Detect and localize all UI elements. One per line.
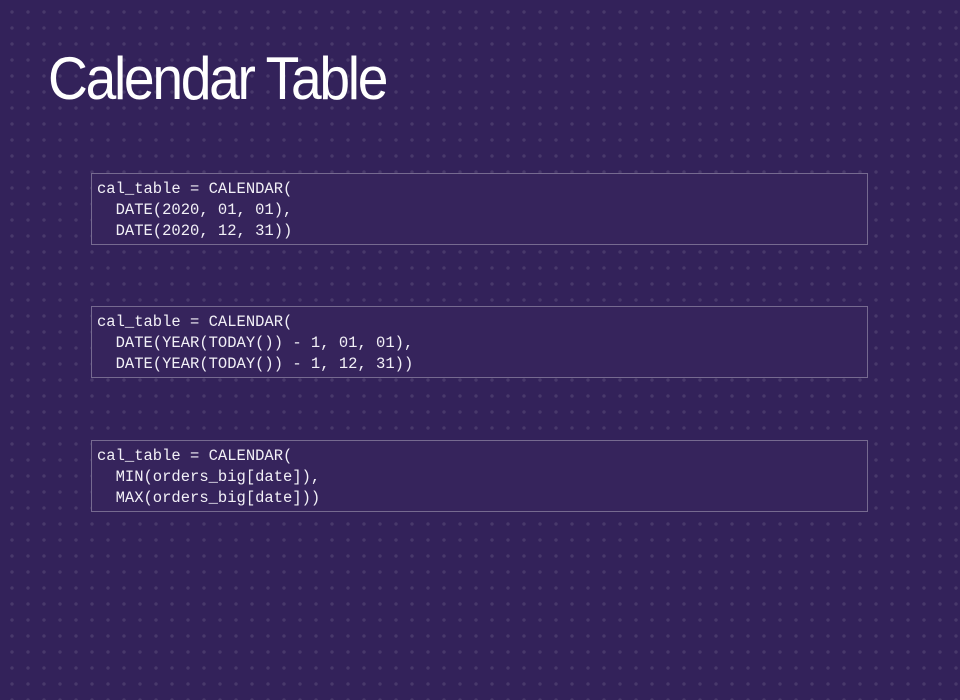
code-block-fixed-dates: cal_table = CALENDAR( DATE(2020, 01, 01)… xyxy=(91,173,868,245)
code-line: MAX(orders_big[date])) xyxy=(97,488,321,507)
code-line: cal_table = CALENDAR( xyxy=(97,447,293,465)
code-text: cal_table = CALENDAR( DATE(2020, 01, 01)… xyxy=(97,179,867,241)
code-line: DATE(2020, 01, 01), xyxy=(97,200,293,219)
code-line: MIN(orders_big[date]), xyxy=(97,467,321,486)
slide-title: Calendar Table xyxy=(48,45,388,112)
code-line: DATE(2020, 12, 31)) xyxy=(97,221,293,240)
code-line: cal_table = CALENDAR( xyxy=(97,180,293,198)
code-line: DATE(YEAR(TODAY()) - 1, 12, 31)) xyxy=(97,354,414,373)
code-block-min-max-dates: cal_table = CALENDAR( MIN(orders_big[dat… xyxy=(91,440,868,512)
code-line: DATE(YEAR(TODAY()) - 1, 01, 01), xyxy=(97,333,414,352)
code-line: cal_table = CALENDAR( xyxy=(97,313,293,331)
code-text: cal_table = CALENDAR( MIN(orders_big[dat… xyxy=(97,446,867,508)
code-text: cal_table = CALENDAR( DATE(YEAR(TODAY())… xyxy=(97,312,867,374)
code-block-relative-year: cal_table = CALENDAR( DATE(YEAR(TODAY())… xyxy=(91,306,868,378)
slide: Calendar Table cal_table = CALENDAR( DAT… xyxy=(0,0,960,700)
